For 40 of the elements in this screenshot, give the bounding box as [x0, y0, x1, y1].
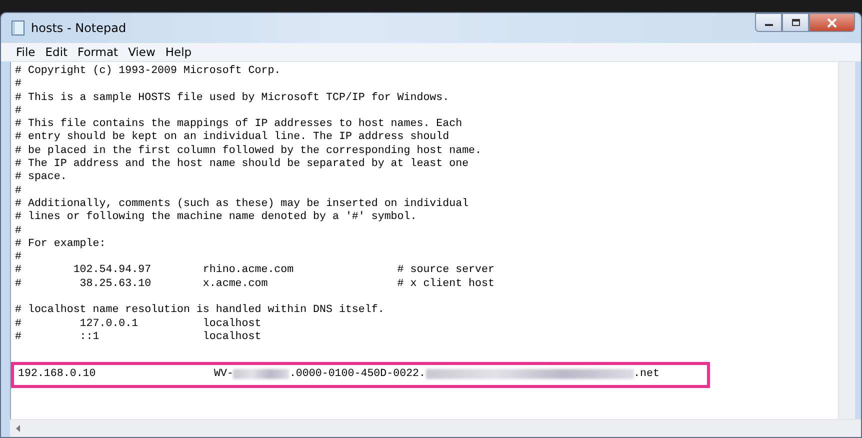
text-line: #: [15, 224, 22, 238]
text-line: # entry should be kept on an individual line. The IP address should: [15, 131, 450, 145]
close-button[interactable]: [809, 13, 855, 32]
host-name-part: WV-: [214, 368, 234, 381]
vertical-scrollbar[interactable]: [838, 62, 855, 419]
scroll-left-icon[interactable]: [16, 425, 21, 432]
text-line: # be placed in the first column followed by the corresponding host name.: [15, 144, 483, 158]
menu-item[interactable]: Help: [160, 45, 197, 59]
blurred-text: [233, 369, 290, 380]
text-line: # This is a sample HOSTS file used by Microsoft TCP/IP for Windows.: [15, 92, 450, 105]
menu-item[interactable]: View: [123, 45, 160, 59]
host-name-part: .net: [634, 368, 660, 381]
text-line: #: [15, 104, 22, 118]
text-line: # The IP address and the host name should be separated by at least one: [15, 158, 470, 172]
text-line: # lines or following the machine name denoted by a '#' symbol.: [15, 211, 418, 225]
ip-address: 192.168.0.10: [18, 368, 97, 381]
maximize-button[interactable]: [782, 13, 809, 32]
window-title: hosts - Notepad: [31, 21, 126, 35]
text-line: # Additionally, comments (such as these) may be inserted on individual: [15, 198, 470, 211]
text-line: # ::1 localhost: [15, 330, 262, 344]
close-icon[interactable]: [826, 18, 838, 28]
menu-item[interactable]: Format: [72, 45, 124, 59]
minimize-button[interactable]: [755, 13, 782, 32]
text-line: # Copyright (c) 1993-2009 Microsoft Corp.: [15, 65, 282, 78]
text-line: # 38.25.63.10 x.acme.com # x client host: [15, 278, 496, 292]
horizontal-scrollbar[interactable]: [10, 419, 861, 437]
host-name-part: .0000-0100-450D-0022.: [289, 368, 426, 381]
text-line: #: [15, 184, 22, 198]
text-line: #: [15, 251, 22, 264]
text-line: # For example:: [15, 238, 107, 252]
notepad-icon: [11, 20, 25, 36]
menu-item[interactable]: Edit: [40, 45, 73, 59]
text-line: # 102.54.94.97 rhino.acme.com # source server: [15, 264, 496, 278]
menu-item[interactable]: File: [11, 45, 40, 59]
text-line: #: [15, 78, 22, 92]
text-line: # 127.0.0.1 localhost: [15, 318, 262, 331]
text-line: # This file contains the mappings of IP addresses to host names. Each: [15, 118, 464, 131]
text-line: # space.: [15, 171, 68, 185]
maximize-icon[interactable]: [790, 18, 800, 27]
text-line: # localhost name resolution is handled within DNS itself.: [15, 304, 386, 318]
